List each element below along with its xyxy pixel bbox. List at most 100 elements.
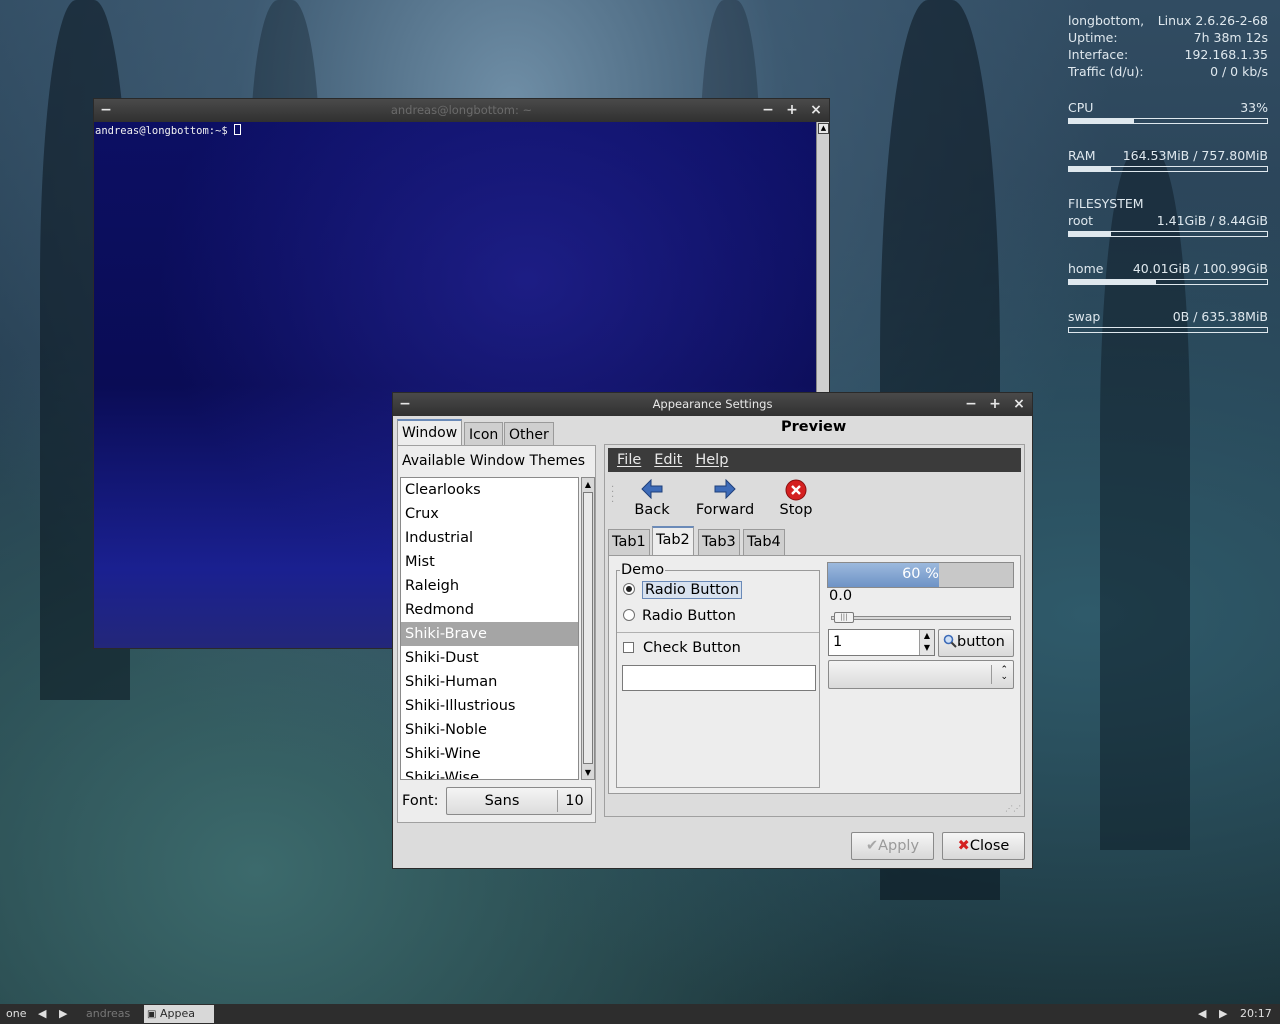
maximize-icon[interactable]: + xyxy=(986,393,1004,416)
swap-value: 0B / 635.38MiB xyxy=(1172,309,1268,324)
minimize-icon[interactable]: − xyxy=(759,99,777,122)
theme-list-item[interactable]: Industrial xyxy=(401,526,578,550)
window-menu-icon[interactable]: − xyxy=(396,393,414,416)
terminal-title: andreas@longbottom: ~ xyxy=(390,103,533,117)
theme-list-scrollbar[interactable]: ▲ ▼ xyxy=(581,477,595,780)
theme-list-item[interactable]: Redmond xyxy=(401,598,578,622)
resize-grip-icon[interactable]: ⋰⋰ xyxy=(1005,804,1021,813)
divider xyxy=(617,632,819,633)
theme-list-item[interactable]: Shiki-Brave xyxy=(401,622,578,646)
scroll-up-icon[interactable]: ▲ xyxy=(818,123,829,134)
tab-4[interactable]: Tab4 xyxy=(743,529,785,555)
task-terminal[interactable]: andreas xyxy=(86,1004,130,1024)
text-entry[interactable] xyxy=(622,665,816,691)
radio-1-label: Radio Button xyxy=(642,581,742,599)
theme-list-item[interactable]: Raleigh xyxy=(401,574,578,598)
search-icon xyxy=(943,634,957,648)
preview-title: Preview xyxy=(781,419,847,435)
traffic-label: Traffic (d/u): xyxy=(1068,64,1144,79)
workspace-name[interactable]: one xyxy=(6,1004,26,1024)
font-chooser-button[interactable]: Sans 10 xyxy=(446,787,592,815)
swap-bar xyxy=(1068,327,1268,333)
radio-checked-icon xyxy=(623,583,635,595)
icon-button[interactable]: button xyxy=(938,629,1014,657)
window-theme-pane: Available Window Themes Clearlooks Crux In… xyxy=(397,445,596,823)
menu-edit[interactable]: Edit xyxy=(654,452,682,468)
progress-bar: 60 % xyxy=(827,562,1014,588)
theme-list-item[interactable]: Mist xyxy=(401,550,578,574)
window-icon: ▣ xyxy=(147,1009,157,1020)
shell-prompt: andreas@longbottom:~$ xyxy=(95,125,235,137)
terminal-titlebar[interactable]: − andreas@longbottom: ~ − + × xyxy=(94,99,829,122)
close-icon[interactable]: × xyxy=(1010,393,1028,416)
back-button[interactable]: Back xyxy=(633,478,671,518)
next-desktop-icon[interactable]: ▶ xyxy=(59,1004,67,1024)
radio-button-1[interactable]: Radio Button xyxy=(623,579,742,601)
prev-desktop-icon[interactable]: ◀ xyxy=(38,1004,46,1024)
tray-right-icon[interactable]: ▶ xyxy=(1219,1004,1227,1024)
demo-frame: Demo Radio Button Radio Button Check But… xyxy=(616,562,820,788)
preview-menubar: File Edit Help xyxy=(608,448,1021,472)
system-monitor: longbottom, Linux 2.6.26-2-68 Uptime: 7h 3… xyxy=(1068,12,1268,333)
scrollbar-thumb[interactable] xyxy=(583,492,593,764)
forward-button[interactable]: Forward xyxy=(693,478,757,518)
tab-window[interactable]: Window xyxy=(397,419,463,448)
dialog-title: Appearance Settings xyxy=(652,397,773,411)
tab-2[interactable]: Tab2 xyxy=(652,526,694,556)
menu-file[interactable]: File xyxy=(617,452,641,468)
stop-button[interactable]: Stop xyxy=(777,479,815,518)
apply-button[interactable]: ✔Apply xyxy=(851,832,934,860)
filesystem-heading: FILESYSTEM xyxy=(1068,196,1144,211)
scale-value: 0.0 xyxy=(829,588,853,604)
tab-1[interactable]: Tab1 xyxy=(608,529,650,555)
ram-label: RAM xyxy=(1068,148,1096,163)
combo-arrows-icon: ⌃ ⌄ xyxy=(1000,665,1008,682)
home-label: home xyxy=(1068,261,1104,276)
theme-list-item[interactable]: Shiki-Wine xyxy=(401,742,578,766)
spin-arrows-icon[interactable]: ▲ ▼ xyxy=(919,630,934,655)
window-menu-icon[interactable]: − xyxy=(97,99,115,122)
root-label: root xyxy=(1068,213,1094,228)
maximize-icon[interactable]: + xyxy=(783,99,801,122)
theme-list[interactable]: Clearlooks Crux Industrial Mist Raleigh Redmo… xyxy=(400,477,579,780)
font-label: Font: xyxy=(402,793,439,809)
check-label: Check Button xyxy=(643,640,741,656)
appearance-settings-dialog[interactable]: − Appearance Settings − + × Window Icon … xyxy=(392,392,1033,869)
spin-value: 1 xyxy=(833,634,843,650)
slider-handle[interactable]: ||| xyxy=(834,612,854,623)
combo-box[interactable]: ⌃ ⌄ xyxy=(828,660,1014,689)
toolbar-handle-icon[interactable]: · · · · xyxy=(611,483,614,508)
check-button[interactable]: Check Button xyxy=(623,637,741,659)
theme-list-item[interactable]: Shiki-Dust xyxy=(401,646,578,670)
spin-button[interactable]: 1 ▲ ▼ xyxy=(828,629,935,656)
theme-list-item[interactable]: Crux xyxy=(401,502,578,526)
task-appearance[interactable]: ▣ Appea xyxy=(144,1005,214,1023)
tray-left-icon[interactable]: ◀ xyxy=(1198,1004,1206,1024)
radio-unchecked-icon xyxy=(623,609,635,621)
hostname: longbottom, xyxy=(1068,13,1145,28)
scroll-down-icon[interactable]: ▼ xyxy=(582,766,594,779)
font-size: 10 xyxy=(557,790,591,812)
cursor xyxy=(234,124,242,135)
tab-3[interactable]: Tab3 xyxy=(698,529,740,555)
uptime-value: 7h 38m 12s xyxy=(1193,30,1268,45)
kernel-version: Linux 2.6.26-2-68 xyxy=(1157,13,1268,28)
theme-list-item[interactable]: Shiki-Human xyxy=(401,670,578,694)
progress-text: 60 % xyxy=(902,566,939,582)
theme-list-item[interactable]: Clearlooks xyxy=(401,478,578,502)
radio-button-2[interactable]: Radio Button xyxy=(623,605,736,627)
minimize-icon[interactable]: − xyxy=(962,393,980,416)
close-x-icon: ✖ xyxy=(957,838,970,854)
scale-slider[interactable]: ||| xyxy=(831,612,1011,623)
scroll-up-icon[interactable]: ▲ xyxy=(582,478,594,491)
theme-list-item[interactable]: Shiki-Wise xyxy=(401,766,578,779)
theme-list-item[interactable]: Shiki-Illustrious xyxy=(401,694,578,718)
apply-label: Apply xyxy=(878,838,920,854)
back-label: Back xyxy=(634,502,670,518)
menu-help[interactable]: Help xyxy=(695,452,728,468)
cpu-value: 33% xyxy=(1240,100,1268,115)
close-button[interactable]: ✖Close xyxy=(942,832,1025,860)
dialog-titlebar[interactable]: − Appearance Settings − + × xyxy=(393,393,1032,416)
theme-list-item[interactable]: Shiki-Noble xyxy=(401,718,578,742)
close-icon[interactable]: × xyxy=(807,99,825,122)
